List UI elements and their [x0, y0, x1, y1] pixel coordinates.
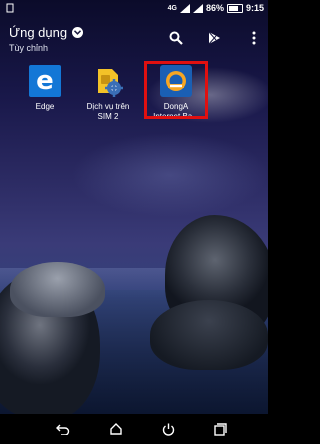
app-label: Edge [15, 102, 75, 112]
status-bar: 4G 86% 9:15 [0, 0, 268, 18]
signal-icon-1 [179, 3, 190, 13]
search-icon[interactable] [167, 29, 185, 47]
app-label-line1: Edge [35, 102, 55, 111]
home-icon[interactable] [108, 421, 124, 437]
drawer-title: Ứng dụng [9, 25, 68, 40]
clock: 9:15 [245, 3, 264, 13]
wallpaper-rock-right-lower [150, 300, 268, 370]
status-indicators: 4G 86% 9:15 [168, 3, 264, 13]
app-sim-services[interactable]: Dịch vụ trên SIM 2 [78, 65, 138, 122]
drawer-title-dropdown[interactable]: Ứng dụng [9, 25, 84, 40]
back-icon[interactable] [55, 421, 71, 437]
drawer-subtitle: Tùy chỉnh [9, 43, 49, 53]
chevron-down-icon [72, 27, 84, 38]
more-options-icon[interactable] [245, 29, 263, 47]
battery-icon [226, 3, 243, 13]
battery-percent: 86% [205, 3, 224, 13]
app-drawer-header: Ứng dụng Tùy chỉnh [0, 18, 268, 58]
app-edge[interactable]: e Edge [15, 65, 75, 112]
app-label: Dịch vụ trên SIM 2 [78, 102, 138, 122]
highlight-box [144, 61, 208, 119]
sim-services-icon [92, 65, 124, 97]
navigation-bar [0, 414, 268, 444]
play-store-icon[interactable] [205, 29, 223, 47]
network-type: 4G [167, 4, 177, 12]
home-screen: 4G 86% 9:15 Ứng dụng Tùy chỉnh e Edge Dị… [0, 0, 268, 444]
app-label-line2: SIM 2 [97, 112, 119, 121]
notification-icon [6, 3, 14, 13]
signal-icon-2 [192, 3, 203, 13]
app-label-line1: Dịch vụ trên [86, 102, 130, 111]
wallpaper-rock-left-top [10, 262, 105, 317]
recent-apps-icon[interactable] [212, 421, 228, 437]
edge-icon: e [29, 65, 61, 97]
power-icon[interactable] [160, 421, 176, 437]
